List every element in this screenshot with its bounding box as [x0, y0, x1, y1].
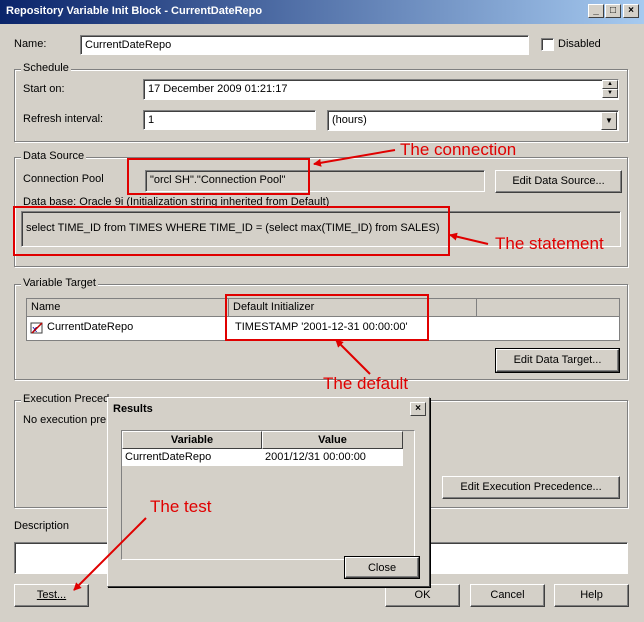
arrow-default	[335, 339, 371, 375]
annotation-arrows	[73, 149, 489, 591]
arrow-statement	[449, 232, 489, 245]
arrow-test	[73, 517, 147, 591]
arrow-connection	[313, 149, 396, 167]
